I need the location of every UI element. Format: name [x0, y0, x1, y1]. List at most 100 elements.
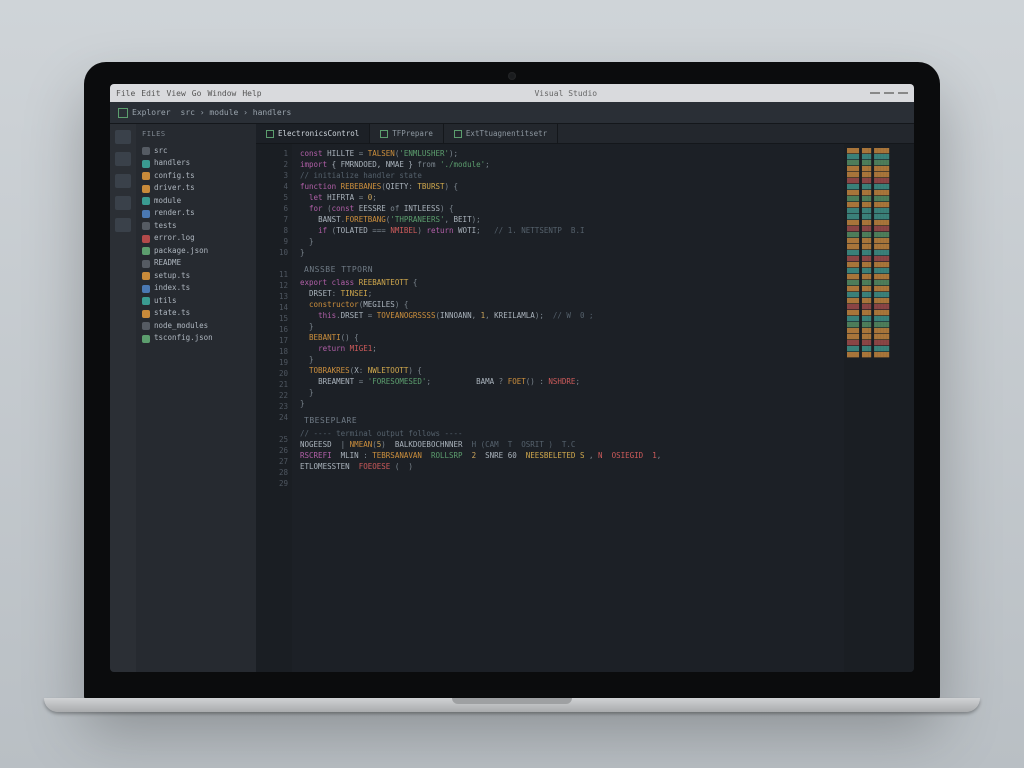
code-line[interactable]: export class REEBANTEOTT { [300, 277, 838, 288]
trackpad-notch [452, 698, 572, 704]
menu-file[interactable]: File [116, 89, 135, 98]
code-line[interactable]: if (TOLATED === NMIBEL) return WOTI; // … [300, 225, 838, 236]
code-line[interactable]: // initialize handler state [300, 170, 838, 181]
code-line[interactable]: } [300, 247, 838, 258]
tab-label: TFPrepare [392, 128, 433, 139]
file-color-icon [142, 147, 150, 155]
sidebar-item[interactable]: setup.ts [140, 270, 252, 283]
sidebar-item[interactable]: config.ts [140, 170, 252, 183]
minimap[interactable]: ████ ███ █████████ ███ █████████ ███ ███… [844, 144, 914, 672]
code-line[interactable]: function REBEBANES(QIETY: TBURST) { [300, 181, 838, 192]
code-area[interactable]: 12345678910 1112131415161718192021222324… [256, 144, 914, 672]
file-color-icon [142, 235, 150, 243]
file-color-icon [142, 210, 150, 218]
os-menu: File Edit View Go Window Help [116, 89, 262, 98]
sidebar-item[interactable]: src [140, 145, 252, 158]
menu-view[interactable]: View [167, 89, 186, 98]
sidebar-item-label: driver.ts [154, 183, 195, 194]
file-color-icon [142, 172, 150, 180]
sidebar-item-label: package.json [154, 246, 208, 257]
code-line[interactable]: } [300, 321, 838, 332]
code-line[interactable]: RSCREFI MLIN : TEBRSANAVAN ROLLSRP 2 SNR… [300, 450, 838, 461]
rail-explorer-icon[interactable] [115, 130, 131, 144]
code-line[interactable]: return MIGE1; [300, 343, 838, 354]
sidebar-item-label: tests [154, 221, 177, 232]
laptop-frame: File Edit View Go Window Help Visual Stu… [84, 62, 940, 768]
explorer-label[interactable]: Explorer [118, 108, 171, 118]
code-line[interactable]: ETLOMESSTEN FOEOESE ( ) [300, 461, 838, 472]
file-color-icon [142, 322, 150, 330]
code-line[interactable]: } [300, 354, 838, 365]
sidebar-item-label: state.ts [154, 308, 190, 319]
code-line[interactable]: constructor(MEGILES) { [300, 299, 838, 310]
editor: ElectronicsControl TFPrepare ExtTtuagnen… [256, 124, 914, 672]
app-toolbar: Explorer src › module › handlers [110, 102, 914, 124]
sidebar-item[interactable]: state.ts [140, 307, 252, 320]
code-line[interactable]: NOGEESD | NMEAN(5) BALKDOEBOCHNNER H (CA… [300, 439, 838, 450]
rail-debug-icon[interactable] [115, 196, 131, 210]
code-lines[interactable]: const HILLTE = TALSEN('ENMLUSHER');impor… [292, 144, 844, 672]
code-line[interactable]: BEBANTI() { [300, 332, 838, 343]
code-line[interactable]: const HILLTE = TALSEN('ENMLUSHER'); [300, 148, 838, 159]
screen: File Edit View Go Window Help Visual Stu… [110, 84, 914, 672]
code-line[interactable]: // ---- terminal output follows ---- [300, 428, 838, 439]
file-color-icon [142, 285, 150, 293]
laptop-body [44, 698, 980, 712]
close-icon[interactable] [898, 92, 908, 94]
sidebar-item-label: README [154, 258, 181, 269]
sidebar-item-label: handlers [154, 158, 190, 169]
file-color-icon [142, 247, 150, 255]
line-gutter: 12345678910 1112131415161718192021222324… [256, 144, 292, 672]
rail-ext-icon[interactable] [115, 218, 131, 232]
sidebar-item[interactable]: driver.ts [140, 182, 252, 195]
code-line[interactable]: import { FMRNDOED, NMAE } from './module… [300, 159, 838, 170]
file-color-icon [142, 260, 150, 268]
code-line[interactable]: BREAMENT = 'FORESOMESED'; BAMA ? FOET() … [300, 376, 838, 387]
sidebar-item[interactable]: utils [140, 295, 252, 308]
code-line[interactable]: let HIFRTA = 0; [300, 192, 838, 203]
sidebar-item-label: render.ts [154, 208, 195, 219]
file-color-icon [142, 185, 150, 193]
sidebar-item[interactable]: render.ts [140, 207, 252, 220]
rail-search-icon[interactable] [115, 152, 131, 166]
tab-2[interactable]: ExtTtuagnentitsetr [444, 124, 558, 143]
file-icon [454, 130, 462, 138]
tab-1[interactable]: TFPrepare [370, 124, 444, 143]
maximize-icon[interactable] [884, 92, 894, 94]
sidebar-item[interactable]: tests [140, 220, 252, 233]
explorer-text: Explorer [132, 108, 171, 117]
menu-window[interactable]: Window [207, 89, 236, 98]
code-line[interactable]: this.DRSET = TOVEANOGRSSSS(INNOANN, 1, K… [300, 310, 838, 321]
tab-0[interactable]: ElectronicsControl [256, 124, 370, 143]
sidebar-item[interactable]: tsconfig.json [140, 332, 252, 345]
code-line[interactable]: } [300, 387, 838, 398]
code-line[interactable]: DRSET: TINSEI; [300, 288, 838, 299]
file-color-icon [142, 272, 150, 280]
menu-go[interactable]: Go [192, 89, 202, 98]
menu-edit[interactable]: Edit [141, 89, 160, 98]
sidebar-item[interactable]: error.log [140, 232, 252, 245]
file-color-icon [142, 197, 150, 205]
os-titlebar: File Edit View Go Window Help Visual Stu… [110, 84, 914, 102]
code-section-header: ANSSBE TTPORN [300, 258, 838, 277]
sidebar-item[interactable]: index.ts [140, 282, 252, 295]
code-line[interactable]: for (const EESSRE of INTLEESS) { [300, 203, 838, 214]
sidebar-item-label: tsconfig.json [154, 333, 213, 344]
sidebar-item-label: index.ts [154, 283, 190, 294]
sidebar-item-label: setup.ts [154, 271, 190, 282]
code-line[interactable]: TOBRAKRES(X: NWLETOOTT) { [300, 365, 838, 376]
sidebar-item[interactable]: package.json [140, 245, 252, 258]
file-color-icon [142, 335, 150, 343]
code-line[interactable]: } [300, 236, 838, 247]
file-color-icon [142, 160, 150, 168]
rail-git-icon[interactable] [115, 174, 131, 188]
file-color-icon [142, 222, 150, 230]
sidebar-item[interactable]: module [140, 195, 252, 208]
sidebar-item[interactable]: handlers [140, 157, 252, 170]
code-line[interactable]: BANST.FORETBANG('THPRANEERS', BEIT); [300, 214, 838, 225]
minimize-icon[interactable] [870, 92, 880, 94]
menu-help[interactable]: Help [242, 89, 261, 98]
sidebar-item[interactable]: README [140, 257, 252, 270]
sidebar-item[interactable]: node_modules [140, 320, 252, 333]
code-line[interactable]: } [300, 398, 838, 409]
